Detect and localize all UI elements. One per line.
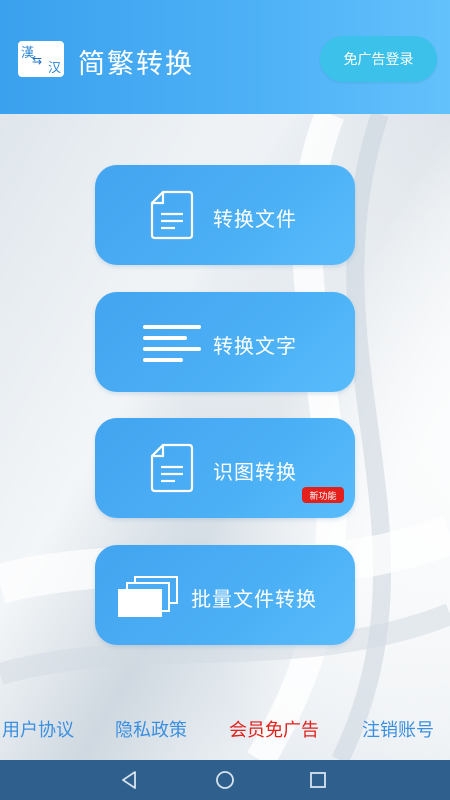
delete-account-link[interactable]: 注销账号 [362, 716, 434, 742]
app-header: 漢 ⇆ 汉 简繁转换 免广告登录 [0, 0, 450, 114]
convert-file-label: 转换文件 [213, 207, 297, 231]
convert-text-button[interactable]: 转换文字 [95, 292, 355, 392]
app-title: 简繁转换 [78, 49, 194, 80]
vip-no-ads-link[interactable]: 会员免广告 [229, 716, 319, 742]
document-icon [150, 190, 194, 240]
footer-links: 用户协议 隐私政策 会员免广告 注销账号 [0, 712, 450, 744]
back-icon[interactable] [118, 768, 142, 792]
recents-icon[interactable] [306, 768, 330, 792]
login-no-ads-button[interactable]: 免广告登录 [320, 36, 437, 82]
home-icon[interactable] [213, 768, 237, 792]
swap-arrows-icon: ⇆ [32, 53, 43, 67]
image-recognition-label: 识图转换 [213, 460, 297, 484]
privacy-policy-link[interactable]: 隐私政策 [115, 716, 187, 742]
document-icon [150, 443, 194, 493]
user-agreement-link[interactable]: 用户协议 [2, 716, 74, 742]
batch-file-convert-button[interactable]: 批量文件转换 [95, 545, 355, 645]
convert-file-button[interactable]: 转换文件 [95, 165, 355, 265]
convert-text-label: 转换文字 [213, 334, 297, 358]
system-navigation-bar [0, 760, 450, 800]
app-logo: 漢 ⇆ 汉 [18, 41, 64, 77]
new-feature-badge: 新功能 [302, 487, 344, 503]
batch-convert-label: 批量文件转换 [191, 587, 317, 611]
text-lines-icon [143, 325, 201, 362]
stacked-files-icon [118, 576, 178, 617]
logo-simplified-char: 汉 [47, 61, 61, 76]
image-recognition-convert-button[interactable]: 识图转换 新功能 [95, 418, 355, 518]
